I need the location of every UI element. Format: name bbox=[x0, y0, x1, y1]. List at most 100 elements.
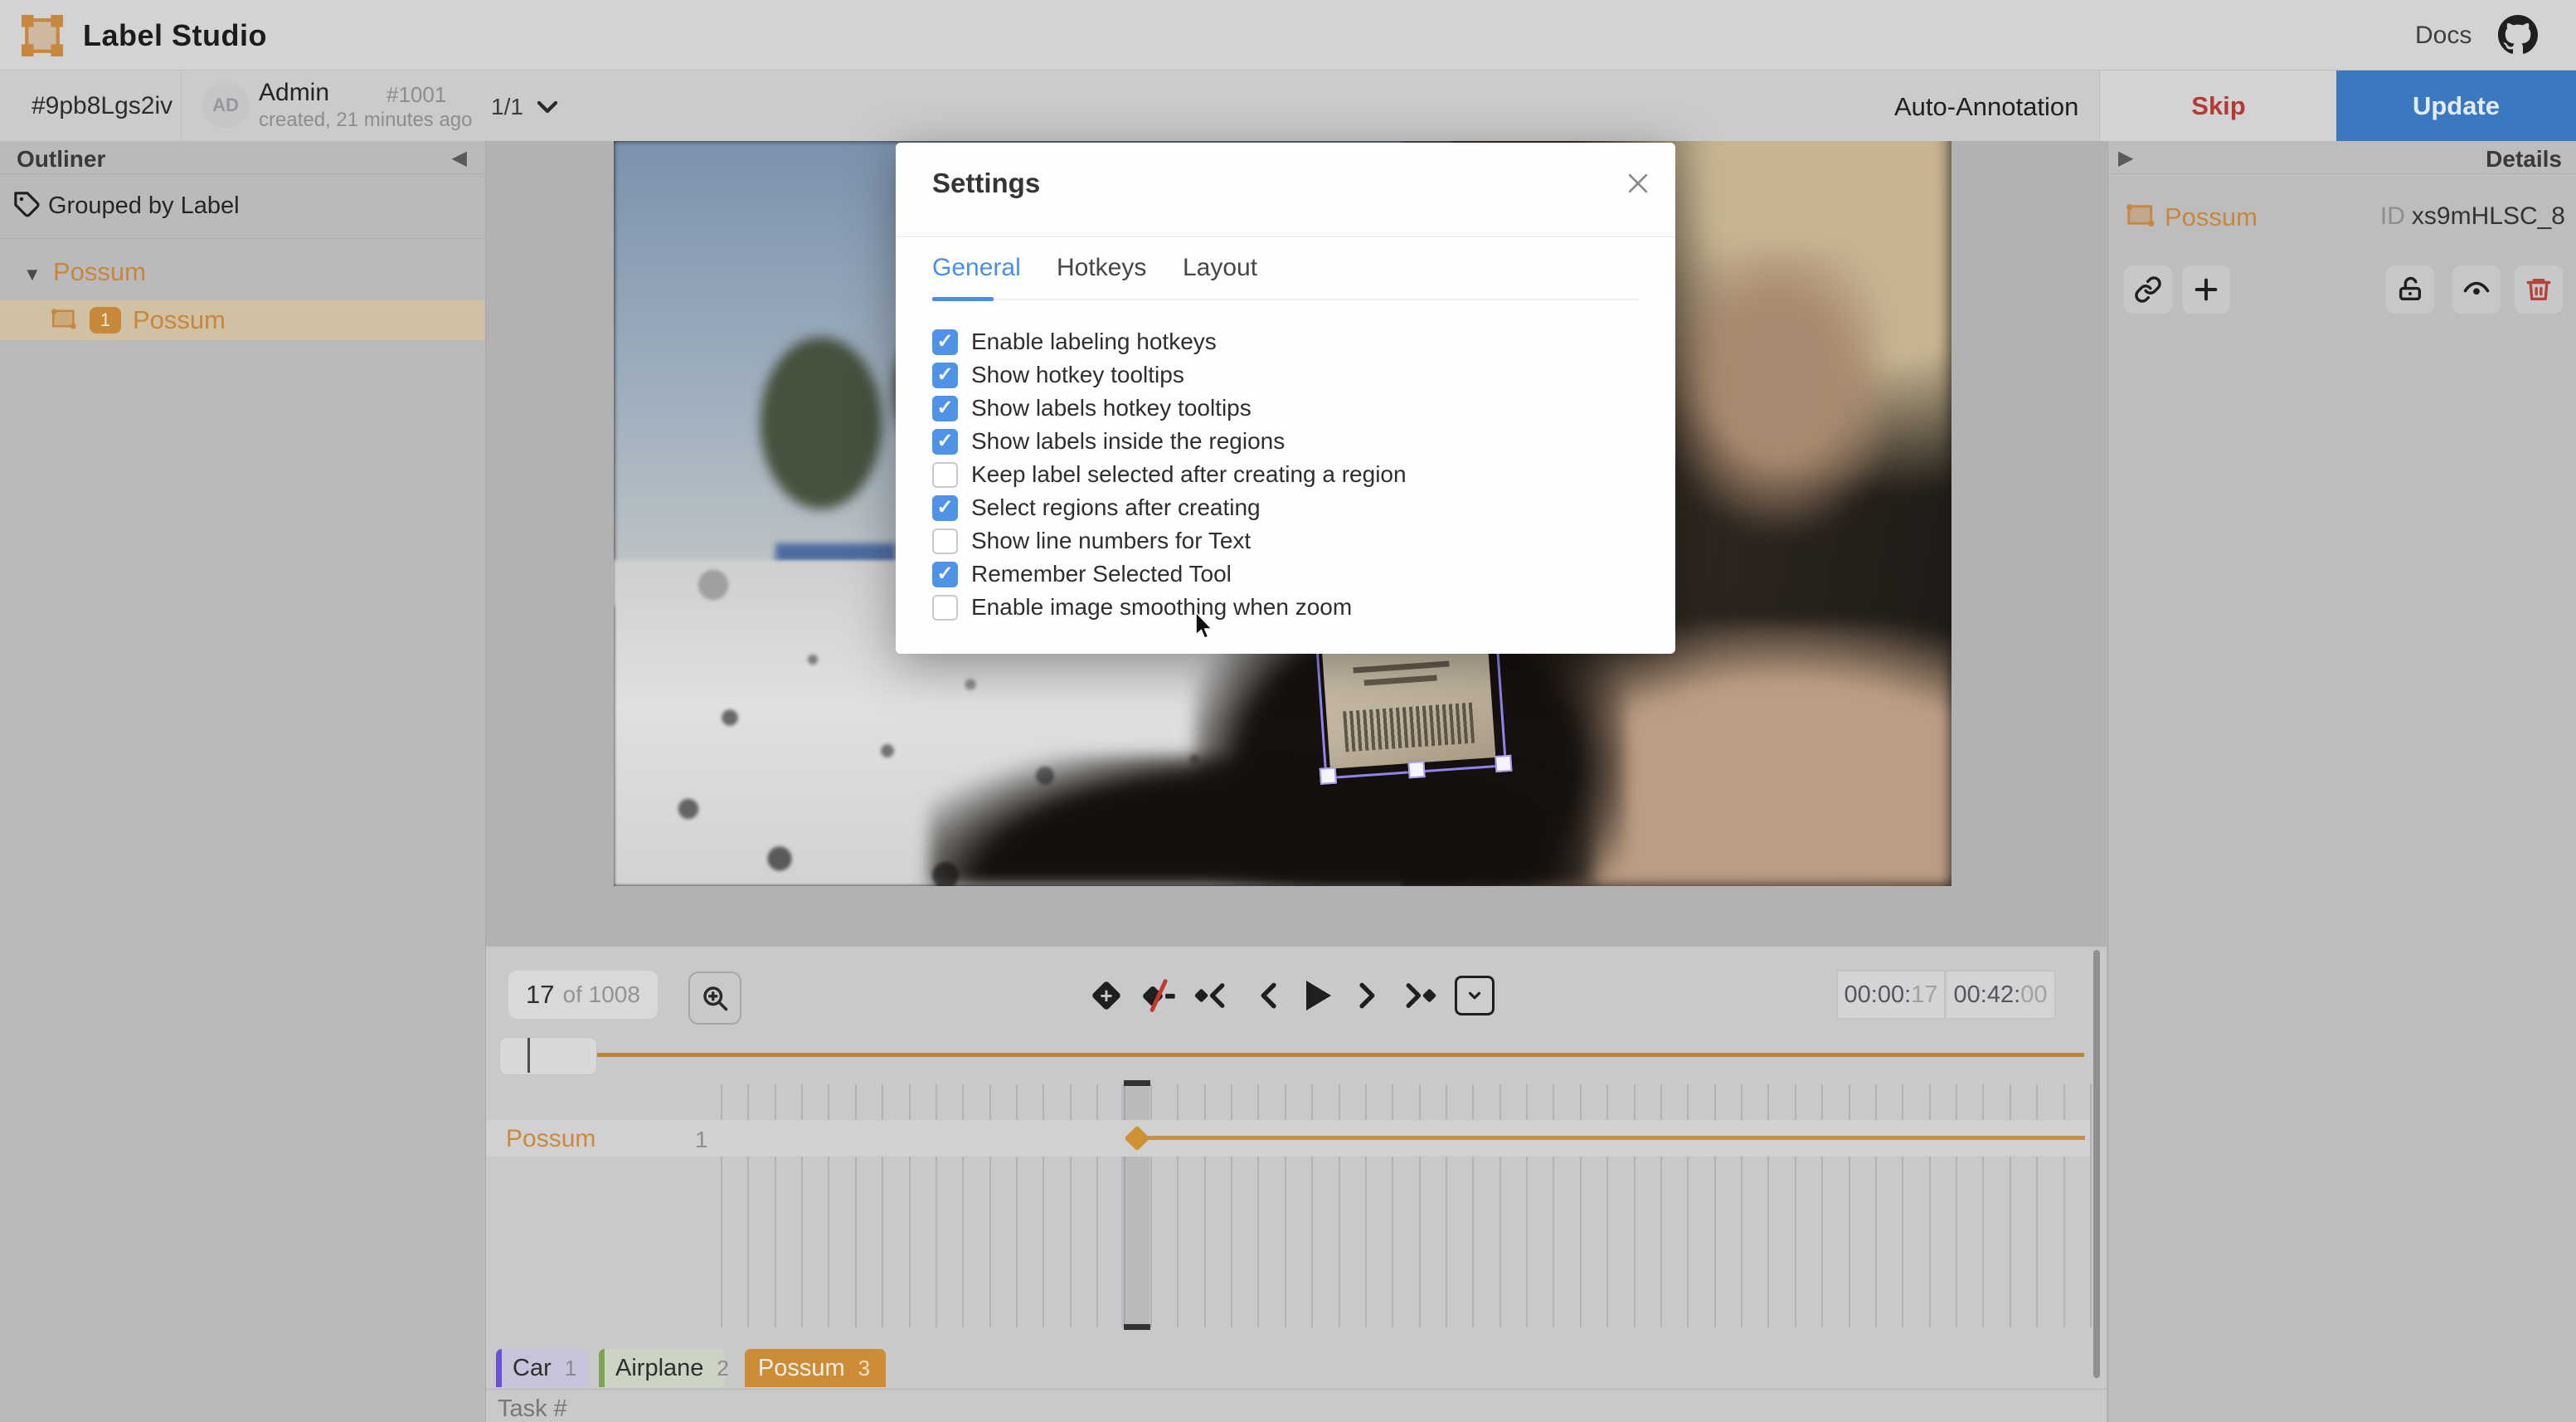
region-name: Possum bbox=[2165, 202, 2258, 232]
option-enable-image-smoothing[interactable]: Enable image smoothing when zoom bbox=[932, 591, 1352, 624]
option-show-labels-hotkey-tooltips[interactable]: Show labels hotkey tooltips bbox=[932, 392, 1252, 425]
resize-handle[interactable] bbox=[1320, 767, 1337, 785]
seek-handle[interactable] bbox=[499, 1037, 597, 1075]
next-frame-icon[interactable] bbox=[1345, 972, 1392, 1019]
tab-hotkeys[interactable]: Hotkeys bbox=[1057, 254, 1146, 282]
checkbox[interactable] bbox=[932, 562, 958, 587]
label-chip-airplane[interactable]: Airplane 2 bbox=[599, 1349, 725, 1387]
link-region-button[interactable] bbox=[2124, 265, 2172, 314]
seek-track[interactable] bbox=[531, 1053, 2084, 1057]
divider bbox=[896, 236, 1675, 237]
region-name: Possum bbox=[133, 305, 226, 335]
update-button[interactable]: Update bbox=[2336, 71, 2576, 141]
interpolation-toggle-icon[interactable] bbox=[1451, 972, 1498, 1019]
details-header: ▶ Details bbox=[2108, 141, 2576, 174]
video-possum-fur bbox=[929, 755, 1592, 886]
selected-region-row: Possum IDxs9mHLSC_8 bbox=[2108, 199, 2576, 237]
expand-panel-icon[interactable]: ▶ bbox=[2118, 146, 2133, 170]
checkbox[interactable] bbox=[932, 429, 958, 455]
play-button[interactable] bbox=[1295, 972, 1342, 1019]
auto-annotation-label: Auto-Annotation bbox=[1894, 92, 2078, 122]
label-chip-possum[interactable]: Possum 3 bbox=[745, 1349, 886, 1387]
annotation-created: created, 21 minutes ago bbox=[259, 109, 473, 132]
checkbox[interactable] bbox=[932, 595, 958, 621]
track-label: Possum bbox=[506, 1125, 595, 1153]
region-id: IDxs9mHLSC_8 bbox=[2380, 202, 2565, 231]
playhead-marker bbox=[527, 1038, 530, 1073]
option-keep-label-selected[interactable]: Keep label selected after creating a reg… bbox=[932, 458, 1407, 491]
hide-region-eye-button[interactable] bbox=[2452, 265, 2501, 314]
timeline-scrollbar[interactable] bbox=[2093, 950, 2100, 1378]
caret-down-icon[interactable]: ▼ bbox=[23, 264, 41, 285]
settings-title: Settings bbox=[932, 168, 1040, 199]
remove-keyframe-icon[interactable] bbox=[1134, 972, 1180, 1019]
playhead-top-tick[interactable] bbox=[1124, 1080, 1150, 1086]
checkbox[interactable] bbox=[932, 528, 958, 554]
grouping-label: Grouped by Label bbox=[48, 192, 240, 220]
task-toolbar: #9pb8Lgs2iv AD Admin #1001 created, 21 m… bbox=[0, 71, 2576, 142]
region-bbox-icon bbox=[2125, 201, 2156, 233]
delete-region-trash-icon[interactable] bbox=[2515, 265, 2563, 314]
add-keyframe-icon[interactable]: + bbox=[1083, 972, 1130, 1019]
checkbox[interactable] bbox=[932, 396, 958, 421]
video-face bbox=[1650, 249, 1883, 539]
tab-layout[interactable]: Layout bbox=[1183, 254, 1257, 282]
option-select-regions-after-creating[interactable]: Select regions after creating bbox=[932, 491, 1261, 524]
collapse-panel-icon[interactable]: ◀ bbox=[452, 146, 467, 170]
region-bbox-icon bbox=[50, 306, 78, 335]
option-show-line-numbers[interactable]: Show line numbers for Text bbox=[932, 524, 1251, 558]
outliner-title: Outliner bbox=[17, 146, 105, 173]
option-enable-labeling-hotkeys[interactable]: Enable labeling hotkeys bbox=[932, 325, 1217, 358]
checkbox[interactable] bbox=[932, 363, 958, 388]
details-panel: ▶ Details Possum IDxs9mHLSC_8 bbox=[2107, 141, 2576, 1422]
checkbox[interactable] bbox=[932, 462, 958, 488]
label-group-name: Possum bbox=[53, 257, 146, 287]
grouping-selector[interactable]: Grouped by Label bbox=[0, 174, 485, 239]
tag-icon bbox=[13, 191, 41, 223]
annotator-avatar[interactable]: AD bbox=[202, 82, 249, 129]
github-icon[interactable] bbox=[2498, 15, 2538, 55]
annotator-name: Admin bbox=[259, 79, 329, 107]
add-relation-button[interactable] bbox=[2182, 265, 2230, 314]
outliner-header: Outliner ◀ bbox=[0, 141, 485, 174]
current-frame: 17 bbox=[526, 980, 554, 1010]
close-icon[interactable] bbox=[1624, 169, 1654, 199]
active-tab-underline bbox=[932, 297, 994, 301]
keyframe-span-line bbox=[1146, 1136, 2085, 1140]
app-title: Label Studio bbox=[83, 18, 267, 53]
chevron-down-icon[interactable] bbox=[531, 90, 564, 124]
lock-region-button[interactable] bbox=[2386, 265, 2434, 314]
task-footer-label: Task # bbox=[498, 1395, 567, 1422]
option-show-hotkey-tooltips[interactable]: Show hotkey tooltips bbox=[932, 358, 1184, 392]
label-group-row[interactable]: ▼ Possum bbox=[0, 249, 485, 300]
annotation-pager: 1/1 bbox=[491, 94, 523, 120]
task-id: #9pb8Lgs2iv bbox=[32, 92, 173, 120]
resize-handle[interactable] bbox=[1407, 761, 1425, 778]
previous-keyframe-icon[interactable] bbox=[1188, 972, 1234, 1019]
label-chip-car[interactable]: Car 1 bbox=[496, 1349, 589, 1387]
option-remember-selected-tool[interactable]: Remember Selected Tool bbox=[932, 558, 1232, 591]
previous-frame-icon[interactable] bbox=[1244, 972, 1290, 1019]
skip-button[interactable]: Skip bbox=[2099, 71, 2337, 141]
label-studio-logo-icon bbox=[22, 15, 63, 61]
checkbox[interactable] bbox=[932, 329, 958, 355]
region-list-item[interactable]: 1 Possum bbox=[0, 300, 485, 340]
frame-counter[interactable]: 17 of 1008 bbox=[508, 971, 658, 1019]
playhead-bottom-tick[interactable] bbox=[1124, 1324, 1150, 1330]
label-color-bar bbox=[599, 1349, 605, 1387]
timeline-zoom-button[interactable] bbox=[688, 972, 741, 1025]
docs-link[interactable]: Docs bbox=[2415, 22, 2472, 50]
frame-total: of 1008 bbox=[563, 981, 640, 1008]
total-time-display: 00:42:00 bbox=[1946, 971, 2055, 1019]
divider bbox=[181, 71, 182, 141]
resize-handle[interactable] bbox=[1495, 755, 1512, 772]
label-studio-app: Label Studio Docs #9pb8Lgs2iv AD Admin #… bbox=[0, 0, 2576, 1422]
tab-general[interactable]: General bbox=[932, 254, 1021, 282]
label-color-bar bbox=[496, 1349, 502, 1387]
checkbox[interactable] bbox=[932, 495, 958, 521]
next-keyframe-icon[interactable] bbox=[1397, 972, 1443, 1019]
option-show-labels-inside-regions[interactable]: Show labels inside the regions bbox=[932, 425, 1285, 458]
details-title: Details bbox=[2486, 146, 2562, 173]
divider bbox=[932, 299, 1639, 300]
app-header: Label Studio Docs bbox=[0, 0, 2576, 71]
